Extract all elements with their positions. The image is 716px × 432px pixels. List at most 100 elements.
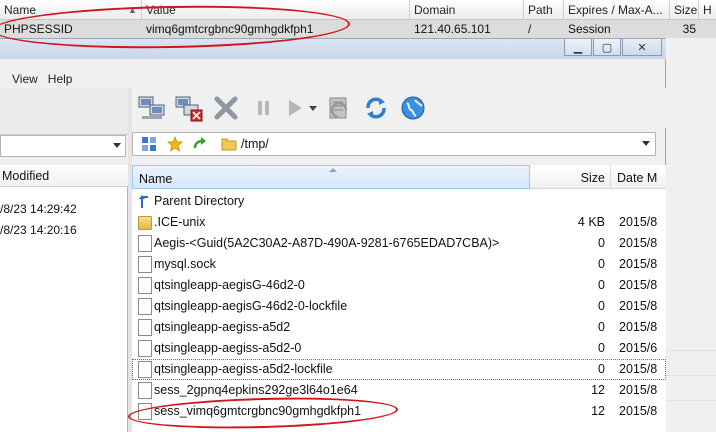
list-item-file[interactable]: qtsingleapp-aegiss-a5d2-0 0 2015/6 xyxy=(132,338,666,359)
globe-icon[interactable] xyxy=(397,92,429,124)
cookie-col-domain[interactable]: Domain xyxy=(410,0,524,20)
folder-icon xyxy=(221,136,237,152)
col-name[interactable]: Name xyxy=(132,165,530,189)
file-size: 0 xyxy=(598,362,605,376)
list-item-parent-directory[interactable]: Parent Directory xyxy=(132,191,666,212)
chevron-down-icon[interactable] xyxy=(642,141,650,146)
list-item-file[interactable]: sess_2gpnq4epkins292ge3l64o1e64 12 2015/… xyxy=(132,380,666,401)
list-item-file-focused[interactable]: qtsingleapp-aegiss-a5d2-lockfile 0 2015/… xyxy=(132,359,666,380)
close-button[interactable]: ✕ xyxy=(622,39,662,56)
file-icon xyxy=(138,319,152,336)
file-date: 2015/8 xyxy=(619,278,658,292)
remote-file-list: Name Size Date M Parent Directory .ICE-u… xyxy=(132,165,666,432)
grid-line xyxy=(665,400,716,401)
file-icon xyxy=(138,277,152,294)
file-name: Parent Directory xyxy=(154,194,245,208)
list-item-file[interactable]: qtsingleapp-aegiss-a5d2 0 2015/8 xyxy=(132,317,666,338)
menu-view[interactable]: View xyxy=(0,70,44,88)
col-date-label: Date M xyxy=(617,171,658,185)
file-size: 4 KB xyxy=(577,215,605,229)
filter-icon[interactable] xyxy=(141,136,157,152)
cookie-expires-cell: Session xyxy=(568,22,611,36)
left-toolbar-area xyxy=(0,88,128,135)
col-size-label: Size xyxy=(580,171,605,185)
file-name: qtsingleapp-aegisG-46d2-0-lockfile xyxy=(154,299,348,313)
left-path-combobox[interactable] xyxy=(0,135,126,157)
maximize-button[interactable]: ▢ xyxy=(593,39,621,56)
minimize-button[interactable]: ▁ xyxy=(564,39,592,56)
file-name: qtsingleapp-aegiss-a5d2 xyxy=(154,320,291,334)
list-item-folder[interactable]: .ICE-unix 4 KB 2015/8 xyxy=(132,212,666,233)
cookie-col-size[interactable]: Size xyxy=(670,0,699,20)
file-name: qtsingleapp-aegiss-a5d2-0 xyxy=(154,341,302,355)
file-size: 12 xyxy=(591,383,605,397)
sort-up-icon xyxy=(329,168,337,172)
cookie-col-http-label: H xyxy=(703,3,712,17)
grid-line xyxy=(665,375,716,376)
file-size: 0 xyxy=(598,257,605,271)
path-bar[interactable]: /tmp/ xyxy=(132,132,656,156)
cookie-col-expires-label: Expires / Max-A... xyxy=(568,3,663,17)
list-item-file[interactable]: qtsingleapp-aegisG-46d2-0-lockfile 0 201… xyxy=(132,296,666,317)
file-date: 2015/8 xyxy=(619,320,658,334)
network-connect-icon[interactable] xyxy=(136,92,168,124)
cookie-col-path-label: Path xyxy=(528,3,553,17)
menu-help[interactable]: Help xyxy=(44,70,79,88)
file-date: 2015/6 xyxy=(619,341,658,355)
file-icon xyxy=(138,256,152,273)
file-name: qtsingleapp-aegiss-a5d2-lockfile xyxy=(154,362,333,376)
chevron-down-icon[interactable] xyxy=(113,143,121,148)
refresh-icon[interactable] xyxy=(360,92,392,124)
delete-icon[interactable] xyxy=(210,92,242,124)
col-size[interactable]: Size xyxy=(530,165,611,189)
list-item-file[interactable]: Aegis-<Guid(5A2C30A2-A87D-490A-9281-6765… xyxy=(132,233,666,254)
maximize-icon: ▢ xyxy=(601,41,613,54)
file-icon xyxy=(138,361,152,378)
file-date: 2015/8 xyxy=(619,299,658,313)
cookie-domain-cell: 121.40.65.101 xyxy=(414,22,491,36)
file-size: 12 xyxy=(591,404,605,418)
grid-line xyxy=(665,350,716,351)
cookie-col-domain-label: Domain xyxy=(414,3,456,17)
star-icon[interactable] xyxy=(167,136,183,152)
cookie-col-expires[interactable]: Expires / Max-A... xyxy=(564,0,670,20)
minimize-icon: ▁ xyxy=(573,41,583,54)
list-item-file[interactable]: mysql.sock 0 2015/8 xyxy=(132,254,666,275)
file-size: 0 xyxy=(598,278,605,292)
left-list-item[interactable]: /8/23 14:29:42 xyxy=(0,199,128,220)
file-name: qtsingleapp-aegisG-46d2-0 xyxy=(154,278,305,292)
col-name-label: Name xyxy=(139,172,173,186)
file-size: 0 xyxy=(598,236,605,250)
file-manager-window: ▁ ▢ ✕ View Help Modified /8/23 14:29:42 … xyxy=(0,38,666,432)
cookie-col-http[interactable]: H xyxy=(699,0,716,20)
remote-toolbar xyxy=(132,88,666,128)
network-disconnect-icon[interactable] xyxy=(173,92,205,124)
file-date: 2015/8 xyxy=(619,404,658,418)
cookie-path-cell: / xyxy=(528,22,532,36)
file-name: mysql.sock xyxy=(154,257,216,271)
cookie-table-empty-area xyxy=(665,38,716,432)
cookie-col-name-label: Name xyxy=(4,3,37,17)
file-date: 2015/8 xyxy=(619,215,658,229)
back-arrow-icon[interactable] xyxy=(191,136,207,152)
play-icon[interactable] xyxy=(284,92,306,124)
left-list-item[interactable]: /8/23 14:20:16 xyxy=(0,220,128,241)
play-dropdown-icon[interactable] xyxy=(308,92,318,124)
file-name: Aegis-<Guid(5A2C30A2-A87D-490A-9281-6765… xyxy=(154,236,500,250)
left-col-modified[interactable]: Modified xyxy=(0,165,128,187)
cookie-col-size-label: Size xyxy=(674,3,698,17)
close-icon: ✕ xyxy=(637,41,647,54)
list-item-file[interactable]: qtsingleapp-aegisG-46d2-0 0 2015/8 xyxy=(132,275,666,296)
cookie-col-path[interactable]: Path xyxy=(524,0,564,20)
file-icon xyxy=(138,235,152,252)
current-path: /tmp/ xyxy=(241,137,269,151)
queue-icon[interactable] xyxy=(323,92,355,124)
folder-icon xyxy=(138,216,152,230)
col-date[interactable]: Date M xyxy=(611,165,666,189)
file-size: 0 xyxy=(598,341,605,355)
parent-directory-icon xyxy=(138,193,152,210)
file-date: 2015/8 xyxy=(619,362,658,376)
pause-icon[interactable] xyxy=(247,92,279,124)
file-icon xyxy=(138,340,152,357)
left-file-list: Modified /8/23 14:29:42 /8/23 14:20:16 xyxy=(0,165,128,432)
